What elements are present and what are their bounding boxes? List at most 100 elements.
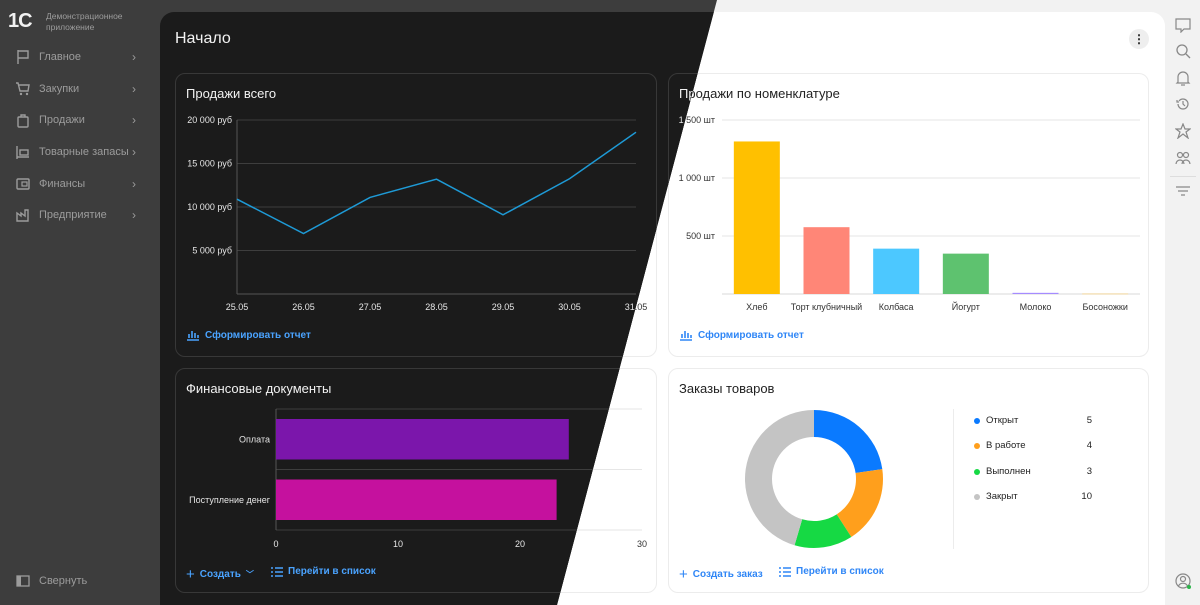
report-label: Сформировать отчет	[205, 329, 311, 341]
legend-item: Выполнен 3	[974, 465, 1092, 479]
sidebar-item-3[interactable]: Товарные запасы ›	[0, 138, 160, 166]
tick-label: 20 000 руб	[187, 115, 232, 125]
list-label: Перейти в список	[796, 566, 884, 577]
page-title: Начало	[175, 30, 231, 47]
list-label: Перейти в список	[288, 566, 376, 577]
donut-legend: Открыт 5 В работе 4 Выполнен 3 Закрыт 10	[953, 409, 1103, 549]
sidebar-item-5[interactable]: Предприятие ›	[0, 201, 160, 229]
plus-icon: +	[679, 566, 688, 583]
tick-label: Оплата	[239, 434, 270, 444]
sidebar-item-2[interactable]: Продажи ›	[0, 106, 160, 134]
logo-mark: 1С	[8, 10, 33, 32]
tick-label: Молоко	[1020, 302, 1052, 312]
bar	[1082, 293, 1129, 295]
toolbar-divider	[1170, 176, 1196, 177]
search-icon[interactable]	[1175, 43, 1191, 59]
tick-label: 25.05	[226, 302, 249, 312]
tick-label: 10 000 руб	[187, 202, 232, 212]
tick-label: 30.05	[558, 302, 581, 312]
report-button[interactable]: Сформировать отчет	[679, 329, 804, 341]
right-toolbar	[1165, 0, 1200, 605]
logo-text: Демонстрационное приложение	[46, 10, 123, 32]
cart-icon	[16, 82, 30, 96]
go-to-list-button[interactable]: Перейти в список	[779, 566, 884, 577]
bar	[276, 479, 557, 520]
sidebar-item-label: Финансы	[39, 178, 86, 190]
wallet-icon	[16, 178, 30, 190]
collapse-icon	[16, 575, 30, 587]
card-sales-items: Продажи по номенклатуре 500 шт1 000 шт1 …	[668, 73, 1149, 357]
filter-icon[interactable]	[1175, 183, 1191, 199]
tick-label: Торт клубничный	[791, 302, 862, 312]
flag-icon	[17, 50, 29, 64]
sidebar-item-label: Продажи	[39, 114, 85, 126]
go-to-list-button[interactable]: Перейти в список	[271, 566, 376, 577]
chevron-right-icon: ›	[132, 50, 136, 64]
legend-dot	[974, 443, 980, 450]
legend-dot	[974, 418, 980, 424]
bell-icon[interactable]	[1175, 70, 1191, 86]
chart-report-icon	[187, 331, 199, 341]
list-icon	[779, 566, 791, 577]
legend-value: 10	[1081, 490, 1092, 502]
chat-icon[interactable]	[1175, 17, 1191, 33]
sidebar-item-4[interactable]: Финансы ›	[0, 170, 160, 198]
bar	[803, 227, 850, 294]
card-sales-total: Продажи всего 5 000 руб10 000 руб15 000 …	[175, 73, 657, 357]
create-order-label: Создать заказ	[692, 569, 763, 580]
tick-label: 28.05	[425, 302, 448, 312]
list-icon	[271, 566, 283, 577]
collapse-button[interactable]: Свернуть	[0, 567, 160, 595]
history-icon[interactable]	[1175, 96, 1191, 112]
plus-icon: +	[186, 566, 195, 583]
tick-label: 30	[637, 539, 647, 549]
create-order-button[interactable]: + Создать заказ	[679, 566, 763, 583]
chevron-right-icon: ›	[132, 113, 136, 127]
report-label: Сформировать отчет	[698, 329, 804, 341]
tick-label: 29.05	[492, 302, 515, 312]
legend-item: Открыт 5	[974, 414, 1092, 428]
tick-label: 1 000 шт	[679, 173, 715, 183]
card-orders: Заказы товаров Открыт 5 В работе 4 Выпол…	[668, 368, 1149, 593]
legend-dot	[974, 468, 980, 475]
sales-line	[236, 131, 637, 235]
legend-value: 3	[1086, 465, 1092, 477]
tick-label: Йогурт	[952, 301, 980, 312]
create-button[interactable]: + Создать ﹀	[186, 566, 254, 583]
legend-value: 5	[1086, 415, 1092, 426]
tick-label: Босоножки	[1082, 302, 1127, 312]
legend-label: Открыт	[986, 415, 1019, 426]
sidebar-item-label: Предприятие	[39, 209, 107, 221]
logo[interactable]: 1С Демонстрационное приложение	[8, 10, 136, 33]
legend-label: В работе	[986, 440, 1026, 452]
tick-label: 500 шт	[686, 231, 715, 241]
legend-value: 4	[1086, 440, 1092, 452]
more-button[interactable]: ⋮	[1129, 29, 1149, 49]
account-icon[interactable]	[1175, 573, 1191, 589]
tick-label: 10	[393, 539, 403, 549]
tick-label: 15 000 руб	[187, 159, 232, 169]
tick-label: 0	[273, 539, 278, 549]
legend-item: Закрыт 10	[974, 490, 1092, 504]
legend-label: Выполнен	[986, 465, 1031, 477]
bar	[276, 419, 569, 460]
sidebar-item-1[interactable]: Закупки ›	[0, 75, 160, 103]
sidebar-item-label: Товарные запасы	[39, 146, 129, 158]
sidebar-item-0[interactable]: Главное ›	[0, 43, 160, 71]
star-icon[interactable]	[1175, 123, 1191, 139]
bar	[942, 253, 989, 294]
sidebar-item-label: Главное	[39, 51, 82, 63]
legend-label: Закрыт	[986, 490, 1018, 502]
tick-label: 26.05	[292, 302, 315, 312]
donut-slice	[814, 410, 883, 474]
tick-label: 5 000 руб	[192, 246, 232, 256]
factory-icon	[16, 209, 29, 222]
legend-item: В работе 4	[974, 439, 1092, 453]
warehouse-icon	[16, 146, 29, 159]
chevron-right-icon: ›	[132, 145, 136, 159]
users-icon[interactable]	[1175, 150, 1191, 166]
report-button[interactable]: Сформировать отчет	[186, 329, 311, 341]
bar	[873, 248, 920, 294]
legend-dot	[974, 493, 980, 500]
chevron-right-icon: ›	[132, 82, 136, 96]
